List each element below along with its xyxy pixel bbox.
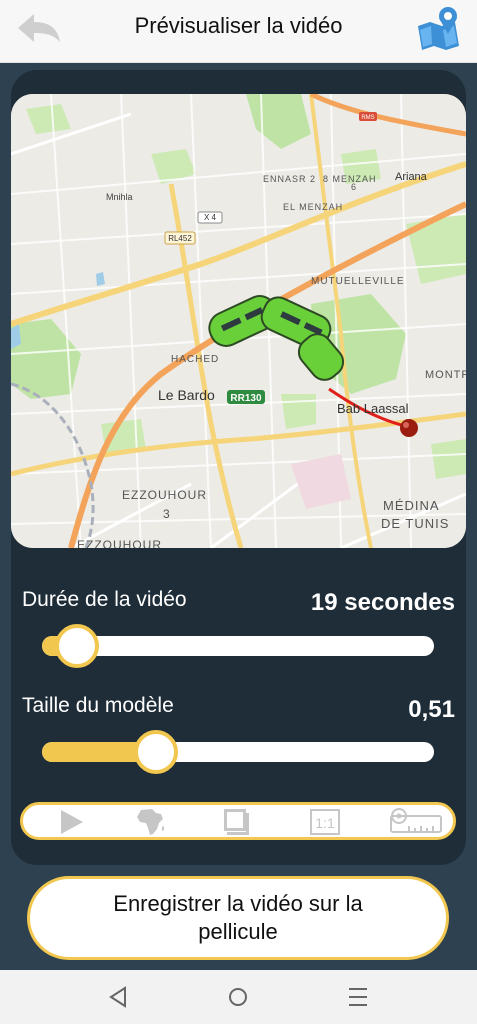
aspect-ratio-icon[interactable]: 1:1 <box>303 809 347 835</box>
system-navigation-bar <box>0 970 477 1024</box>
duration-label: Durée de la vidéo <box>22 588 187 611</box>
map-label-ennasr: ENNASR 2 <box>263 174 316 184</box>
duration-slider[interactable] <box>42 624 434 668</box>
map-label-ezzouhour-2: EZZOUHOUR <box>77 538 162 548</box>
model-size-value: 0,51 <box>408 696 455 723</box>
map-label-rr130: RR130 <box>230 393 262 404</box>
map-label-ezzouhour: EZZOUHOUR <box>122 488 207 502</box>
save-button-line2: pellicule <box>198 919 278 944</box>
map-label-medina: MÉDINA <box>383 498 440 513</box>
duration-value: 19 secondes <box>310 589 455 616</box>
map-label-x4: X 4 <box>204 213 217 222</box>
top-bar: Prévisualiser la vidéo <box>0 0 477 63</box>
map-label-lebardo: Le Bardo <box>158 387 215 403</box>
preview-toolbar: 1:1 <box>20 802 456 840</box>
map-label-ezzouhour-3: 3 <box>163 507 170 521</box>
africa-map-icon[interactable] <box>129 809 173 835</box>
map-label-menzah6: 6 <box>351 182 356 192</box>
model-size-slider[interactable] <box>42 730 434 774</box>
duration-slider-thumb[interactable] <box>55 624 100 668</box>
map-label-rms: RMS <box>361 115 374 121</box>
map-label-ariana: Ariana <box>395 171 428 183</box>
nav-back-icon[interactable] <box>103 984 133 1010</box>
nav-recent-icon[interactable] <box>343 984 373 1010</box>
map-label-de-tunis: DE TUNIS <box>381 516 449 531</box>
play-icon[interactable] <box>49 809 93 835</box>
map-label-montr: MONTR <box>425 369 466 381</box>
map-label-menzah8: 8 MENZAH <box>323 174 377 184</box>
map-label-bablaassal: Bab Laassal <box>337 401 409 416</box>
map-label-mnihla: Mnihla <box>106 192 133 202</box>
nav-home-icon[interactable] <box>223 984 253 1010</box>
model-size-label: Taille du modèle <box>22 694 174 717</box>
tape-measure-icon[interactable] <box>389 808 443 835</box>
map-label-mutuelleville: MUTUELLEVILLE <box>311 276 405 287</box>
save-to-camera-roll-button[interactable]: Enregistrer la vidéo sur la pellicule <box>27 876 449 960</box>
model-size-slider-thumb[interactable] <box>133 730 178 774</box>
map-label-hached: HACHED <box>171 354 219 365</box>
map-label-rl452: RL452 <box>168 234 192 243</box>
map-preview[interactable]: RL452 X 4 RR130 RMS Ariana ENNASR 2 8 ME… <box>11 94 466 548</box>
map-label-elmenzah: EL MENZAH <box>283 202 343 212</box>
save-button-line1: Enregistrer la vidéo sur la <box>113 891 363 916</box>
aspect-ratio-label: 1:1 <box>315 815 335 831</box>
page-title: Prévisualiser la vidéo <box>134 13 343 38</box>
map-pin-icon[interactable] <box>415 4 463 50</box>
square-frame-icon[interactable] <box>214 809 258 835</box>
